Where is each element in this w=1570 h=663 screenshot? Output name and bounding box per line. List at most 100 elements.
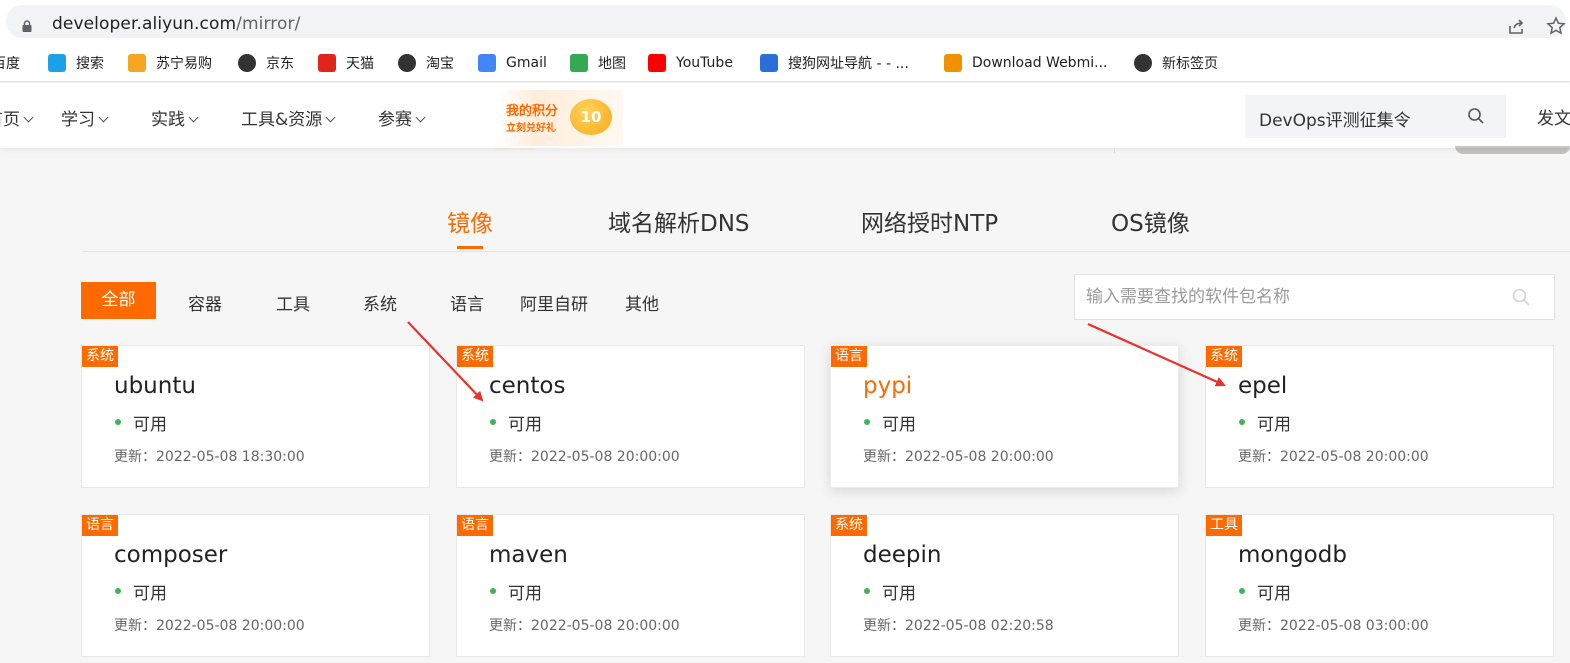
nav-item-learn[interactable]: 学习 bbox=[61, 105, 109, 130]
mirror-card[interactable]: 系统 ubuntu 可用 更新：2022-05-08 18:30:00 bbox=[81, 345, 430, 488]
mirror-name[interactable]: deepin bbox=[863, 542, 941, 568]
filter-aliyun[interactable]: 阿里自研 bbox=[520, 290, 588, 315]
filter-all[interactable]: 全部 bbox=[81, 282, 156, 319]
globe-icon bbox=[238, 53, 256, 72]
status-dot-icon bbox=[1239, 419, 1245, 425]
bookmark-label: 天猫 bbox=[346, 55, 374, 72]
search-icon[interactable] bbox=[1467, 107, 1485, 125]
banner-edge bbox=[495, 148, 535, 150]
header-search-text: DevOps评测征集令 bbox=[1259, 111, 1411, 131]
nav-label: 实践 bbox=[151, 110, 185, 130]
category-badge: 系统 bbox=[1206, 346, 1242, 367]
search-icon[interactable] bbox=[1511, 287, 1531, 307]
package-search-input[interactable] bbox=[1086, 285, 1506, 309]
youtube-icon bbox=[648, 53, 666, 72]
banner-divider bbox=[1114, 148, 1115, 153]
category-badge: 语言 bbox=[457, 515, 493, 536]
tmall-icon bbox=[318, 53, 336, 72]
bookmark-item[interactable]: 搜索 bbox=[48, 43, 104, 82]
share-icon[interactable] bbox=[1506, 17, 1526, 37]
nav-item-tools[interactable]: 工具&资源 bbox=[241, 105, 336, 130]
publish-link[interactable]: 发文 bbox=[1537, 104, 1570, 129]
google-icon bbox=[478, 53, 496, 72]
mirror-name[interactable]: ubuntu bbox=[114, 373, 196, 399]
filter-system[interactable]: 系统 bbox=[363, 290, 397, 315]
package-search[interactable] bbox=[1074, 274, 1555, 320]
bookmark-item[interactable]: 百度 bbox=[0, 43, 20, 82]
bookmark-label: 苏宁易购 bbox=[156, 55, 212, 72]
header-search[interactable]: DevOps评测征集令 bbox=[1245, 95, 1506, 138]
browser-toolbar: developer.aliyun.com/mirror/ bbox=[0, 0, 1570, 43]
promo-title: 我的积分 bbox=[506, 104, 559, 119]
filter-container[interactable]: 容器 bbox=[188, 290, 222, 315]
mirror-card[interactable]: 系统 centos 可用 更新：2022-05-08 20:00:00 bbox=[456, 345, 805, 488]
mirror-status: 可用 bbox=[508, 584, 542, 604]
bookmark-label: 京东 bbox=[266, 55, 294, 72]
bookmark-label: 搜狗网址导航 - - ... bbox=[788, 55, 909, 72]
bookmark-label: 新标签页 bbox=[1162, 55, 1218, 72]
nav-item-practice[interactable]: 实践 bbox=[151, 105, 199, 130]
globe-icon bbox=[398, 53, 416, 72]
lock-icon[interactable] bbox=[21, 20, 33, 32]
nav-label: 工具&资源 bbox=[241, 110, 323, 130]
suning-icon bbox=[128, 53, 146, 72]
mirror-card[interactable]: 语言 maven 可用更新：2022-05-08 20:00:00 bbox=[456, 514, 805, 657]
bookmark-item[interactable]: Download Webmi... bbox=[944, 43, 1107, 82]
mirror-name[interactable]: epel bbox=[1238, 373, 1287, 399]
status-dot-icon bbox=[490, 419, 496, 425]
mirror-name[interactable]: maven bbox=[489, 542, 568, 568]
mirror-updated: 更新：2022-05-08 20:00:00 bbox=[863, 449, 1054, 465]
category-badge: 系统 bbox=[831, 515, 867, 536]
category-badge: 语言 bbox=[831, 346, 867, 367]
bookmark-item[interactable]: 搜狗网址导航 - - ... bbox=[760, 43, 909, 82]
mirror-status: 可用 bbox=[1257, 584, 1291, 604]
bookmark-item[interactable]: 地图 bbox=[570, 43, 626, 82]
filter-other[interactable]: 其他 bbox=[625, 290, 659, 315]
mirror-updated: 更新：2022-05-08 20:00:00 bbox=[489, 618, 680, 634]
mirror-updated: 更新：2022-05-08 02:20:58 bbox=[863, 618, 1054, 634]
tab-mirror[interactable]: 镜像 bbox=[447, 204, 493, 238]
chevron-down-icon bbox=[325, 112, 336, 123]
status-dot-icon bbox=[1239, 588, 1245, 594]
mirror-card[interactable]: 系统 deepin 可用更新：2022-05-08 02:20:58 bbox=[830, 514, 1179, 657]
banner-image-edge bbox=[1455, 146, 1570, 154]
filter-language[interactable]: 语言 bbox=[450, 290, 484, 315]
bookmark-item[interactable]: 淘宝 bbox=[398, 43, 454, 82]
mirror-updated: 更新：2022-05-08 03:00:00 bbox=[1238, 618, 1429, 634]
mirror-card[interactable]: 语言 composer 可用 更新：2022-05-08 20:00:00 bbox=[81, 514, 430, 657]
filter-tools[interactable]: 工具 bbox=[276, 290, 310, 315]
tab-os-mirror[interactable]: OS镜像 bbox=[1111, 204, 1190, 238]
star-icon[interactable] bbox=[1546, 16, 1566, 36]
webmin-icon bbox=[944, 53, 962, 72]
mirror-status: 可用 bbox=[882, 584, 916, 604]
bookmark-item[interactable]: Gmail bbox=[478, 43, 547, 82]
mirror-status: 可用 bbox=[508, 415, 542, 435]
mirror-name[interactable]: composer bbox=[114, 542, 227, 568]
maps-icon bbox=[570, 53, 588, 72]
mirror-card[interactable]: 工具 mongodb 可用 更新：2022-05-08 03:00:00 bbox=[1205, 514, 1554, 657]
nav-item-home[interactable]: 首页 bbox=[0, 105, 34, 130]
globe-icon bbox=[1134, 53, 1152, 72]
category-badge: 系统 bbox=[457, 346, 493, 367]
mirror-name[interactable]: centos bbox=[489, 373, 565, 399]
bookmark-label: Download Webmi... bbox=[972, 54, 1108, 71]
bookmark-item[interactable]: 新标签页 bbox=[1134, 43, 1218, 82]
active-tab-indicator bbox=[457, 246, 483, 249]
mirror-card[interactable]: 语言 pypi 可用 更新：2022-05-08 20:00:00 bbox=[830, 345, 1179, 488]
bookmark-item[interactable]: 天猫 bbox=[318, 43, 374, 82]
mirror-card[interactable]: 系统 epel 可用 更新：2022-05-08 20:00:00 bbox=[1205, 345, 1554, 488]
mirror-status: 可用 bbox=[133, 584, 167, 604]
nav-item-compete[interactable]: 参赛 bbox=[378, 105, 426, 130]
url-text[interactable]: developer.aliyun.com/mirror/ bbox=[52, 14, 300, 34]
mirror-name[interactable]: pypi bbox=[863, 373, 912, 399]
bookmark-item[interactable]: 京东 bbox=[238, 43, 294, 82]
tab-dns[interactable]: 域名解析DNS bbox=[608, 204, 750, 238]
address-bar[interactable]: developer.aliyun.com/mirror/ bbox=[6, 5, 1566, 38]
bookmark-item[interactable]: 苏宁易购 bbox=[128, 43, 212, 82]
status-dot-icon bbox=[490, 588, 496, 594]
mirror-name[interactable]: mongodb bbox=[1238, 542, 1347, 568]
tab-ntp[interactable]: 网络授时NTP bbox=[861, 204, 998, 238]
category-badge: 语言 bbox=[82, 515, 118, 536]
bookmark-item[interactable]: YouTube bbox=[648, 43, 733, 82]
bookmark-label: 搜索 bbox=[76, 55, 104, 72]
